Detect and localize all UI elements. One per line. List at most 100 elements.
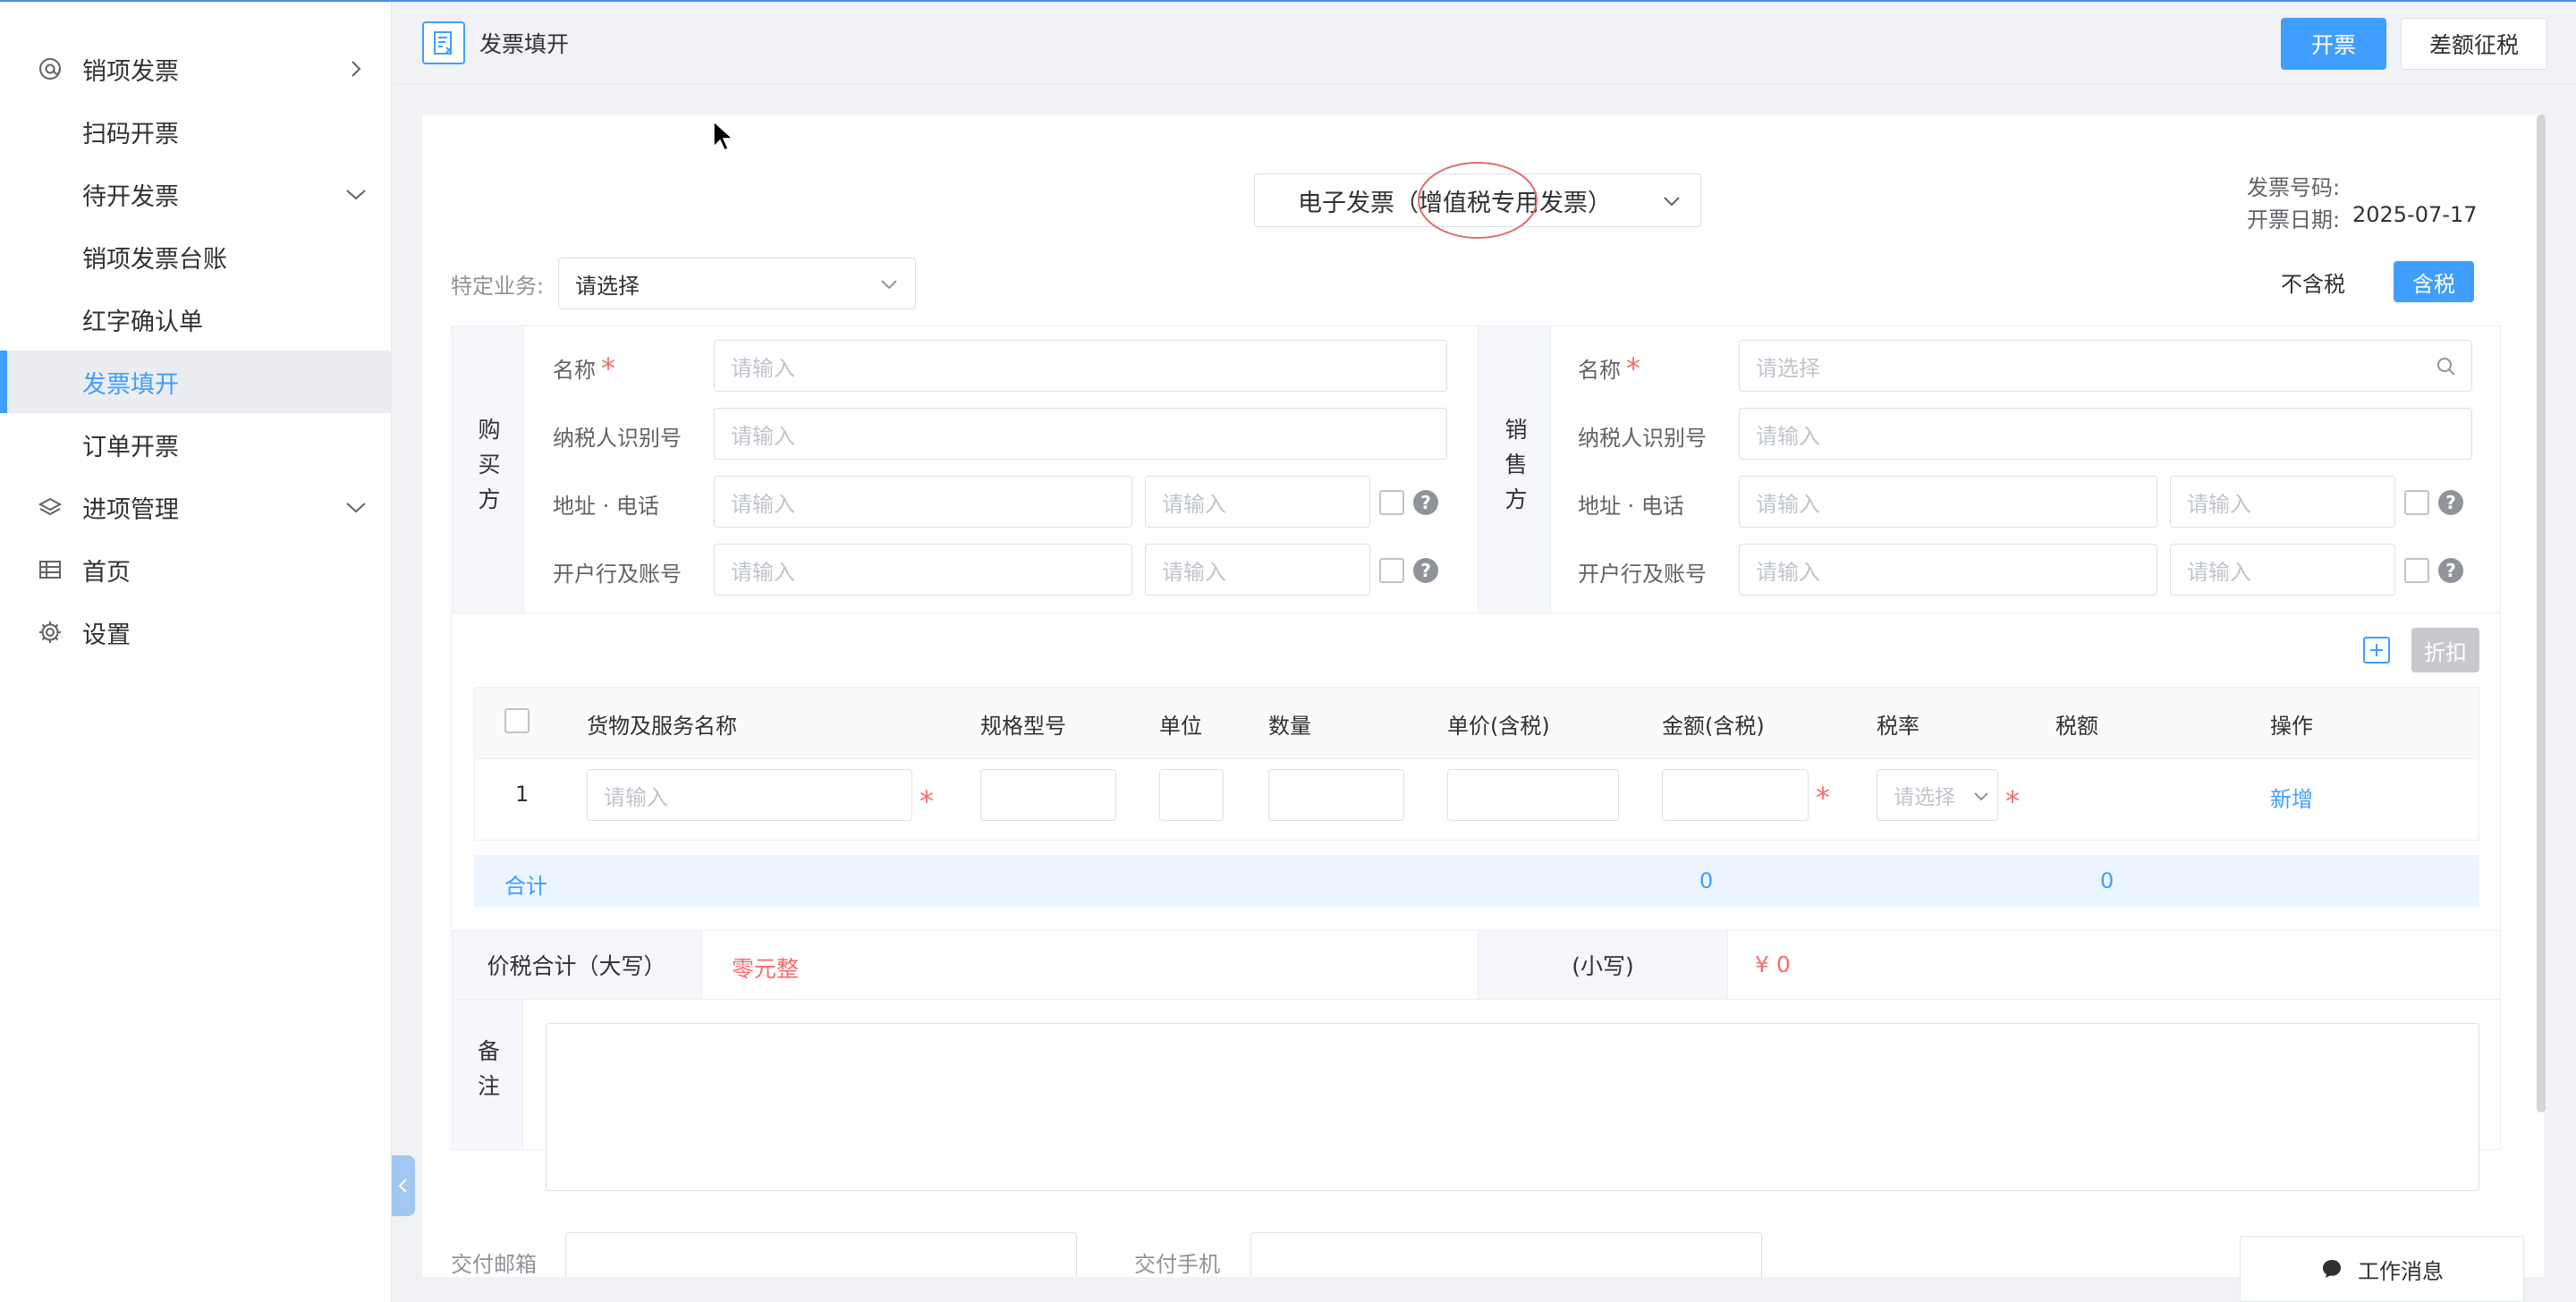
buyer-tax-id-input[interactable]: 请输入 — [714, 408, 1447, 460]
total-upper-value: 零元整 — [732, 956, 800, 982]
layers-icon — [36, 493, 64, 521]
issue-invoice-button[interactable]: 开票 — [2281, 18, 2386, 70]
required-mark: * — [1816, 781, 1830, 815]
sidebar-item-label: 发票填开 — [82, 370, 179, 399]
col-header-operation: 操作 — [2270, 714, 2313, 739]
seller-name-input[interactable]: 请选择 — [1739, 340, 2472, 392]
sidebar-collapse-button[interactable] — [392, 1155, 415, 1216]
placeholder: 请输入 — [1756, 423, 1820, 449]
annotation-circle — [1418, 162, 1538, 239]
add-row-icon[interactable] — [2363, 637, 2390, 664]
delivery-email-label: 交付邮箱 — [451, 1252, 537, 1277]
sidebar-item-label: 销项发票 — [82, 57, 179, 86]
seller-account-input[interactable]: 请输入 — [2170, 544, 2395, 596]
help-icon[interactable]: ? — [2438, 558, 2463, 583]
seller-bank-checkbox[interactable] — [2404, 558, 2429, 583]
placeholder: 请输入 — [731, 559, 795, 585]
sidebar-item-scan-invoice[interactable]: 扫码开票 — [0, 100, 392, 163]
seller-tax-id-input[interactable]: 请输入 — [1739, 408, 2472, 460]
tax-rate-select[interactable]: 请选择 — [1877, 769, 1998, 821]
buyer-bank-label: 开户行及账号 — [553, 562, 682, 587]
placeholder: 请输入 — [1756, 491, 1820, 517]
required-mark: * — [919, 784, 934, 818]
seller-bank-label: 开户行及账号 — [1578, 562, 1707, 587]
required-mark: * — [2005, 784, 2020, 818]
sidebar-item-invoice-fill[interactable]: 发票填开 — [0, 351, 392, 413]
add-row-link[interactable]: 新增 — [2270, 782, 2313, 813]
col-header-tax-amount: 税额 — [2055, 714, 2098, 739]
work-message-label: 工作消息 — [2358, 1258, 2444, 1284]
divider — [452, 999, 2500, 1000]
placeholder: 请输入 — [2187, 491, 2251, 517]
sidebar: 销项发票 扫码开票 待开发票 销项发票台账 红字确认单 发票填开 订单开票 进项… — [0, 2, 392, 1302]
tax-excluded-toggle[interactable]: 不含税 — [2281, 266, 2345, 298]
unit-input[interactable] — [1159, 769, 1224, 821]
remarks-textarea[interactable] — [546, 1023, 2479, 1191]
divider — [1550, 326, 1551, 613]
total-tax: 0 — [2100, 868, 2114, 893]
buyer-bank-input[interactable]: 请输入 — [714, 544, 1132, 596]
page-title: 发票填开 — [479, 31, 570, 57]
sidebar-item-label: 待开发票 — [82, 182, 179, 211]
help-icon[interactable]: ? — [1413, 490, 1438, 515]
sidebar-item-sales-invoice[interactable]: 销项发票 — [0, 38, 392, 100]
seller-address-checkbox[interactable] — [2404, 490, 2429, 515]
special-business-select[interactable]: 请选择 — [558, 258, 916, 309]
seller-bank-input[interactable]: 请输入 — [1739, 544, 2157, 596]
row-index: 1 — [515, 782, 530, 807]
invoice-edit-icon — [422, 21, 465, 64]
buyer-address-input[interactable]: 请输入 — [714, 476, 1132, 528]
sidebar-item-order-invoice[interactable]: 订单开票 — [0, 413, 392, 476]
buyer-name-input[interactable]: 请输入 — [714, 340, 1447, 392]
buyer-phone-input[interactable]: 请输入 — [1145, 476, 1370, 528]
required-mark: * — [1626, 351, 1640, 385]
chevron-down-icon — [1664, 197, 1680, 207]
col-header-goods: 货物及服务名称 — [587, 714, 737, 739]
seller-address-input[interactable]: 请输入 — [1739, 476, 2157, 528]
total-lower-value: ¥ 0 — [1755, 951, 1791, 977]
buyer-bank-checkbox[interactable] — [1379, 558, 1404, 583]
page-header: 发票填开 开票 差额征税 — [394, 2, 2576, 84]
sidebar-item-label: 订单开票 — [82, 433, 179, 461]
search-icon — [2437, 358, 2455, 376]
placeholder: 请输入 — [731, 423, 795, 449]
sidebar-item-pending-invoice[interactable]: 待开发票 — [0, 163, 392, 225]
seller-phone-input[interactable]: 请输入 — [2170, 476, 2395, 528]
chevron-down-icon — [881, 280, 897, 290]
amount-input[interactable] — [1662, 769, 1809, 821]
chevron-down-icon — [1974, 792, 1988, 801]
differential-tax-button[interactable]: 差额征税 — [2401, 18, 2547, 70]
quantity-input[interactable] — [1268, 769, 1404, 821]
goods-name-input[interactable]: 请输入 — [587, 769, 912, 821]
sidebar-item-red-confirmation[interactable]: 红字确认单 — [0, 288, 392, 351]
placeholder: 请输入 — [604, 784, 668, 810]
delivery-phone-input[interactable] — [1250, 1232, 1762, 1277]
sidebar-item-input-management[interactable]: 进项管理 — [0, 476, 392, 538]
select-all-checkbox[interactable] — [504, 708, 530, 733]
invoice-date-label: 开票日期: — [2247, 207, 2341, 232]
invoice-number-label: 发票号码: — [2247, 175, 2341, 200]
seller-address-label: 地址 · 电话 — [1578, 494, 1684, 519]
vertical-scrollbar[interactable] — [2537, 114, 2546, 1112]
sidebar-item-settings[interactable]: 设置 — [0, 601, 392, 664]
buyer-address-checkbox[interactable] — [1379, 490, 1404, 515]
unit-price-input[interactable] — [1447, 769, 1619, 821]
sidebar-item-sales-ledger[interactable]: 销项发票台账 — [0, 225, 392, 288]
placeholder: 请输入 — [731, 491, 795, 517]
chevron-left-icon — [398, 1179, 407, 1193]
work-message-button[interactable]: 工作消息 — [2240, 1236, 2524, 1302]
delivery-email-input[interactable] — [565, 1232, 1077, 1277]
sidebar-item-label: 销项发票台账 — [82, 245, 227, 274]
help-icon[interactable]: ? — [2438, 490, 2463, 515]
col-header-amount: 金额(含税) — [1662, 714, 1765, 739]
buyer-account-input[interactable]: 请输入 — [1145, 544, 1370, 596]
required-mark: * — [601, 351, 615, 385]
placeholder: 请选择 — [1756, 355, 1820, 381]
tax-included-toggle[interactable]: 含税 — [2394, 261, 2474, 302]
help-icon[interactable]: ? — [1413, 558, 1438, 583]
special-business-value: 请选择 — [575, 273, 640, 299]
sidebar-item-home[interactable]: 首页 — [0, 538, 392, 601]
discount-button[interactable]: 折扣 — [2411, 628, 2479, 672]
spec-input[interactable] — [980, 769, 1116, 821]
at-icon — [36, 55, 64, 83]
